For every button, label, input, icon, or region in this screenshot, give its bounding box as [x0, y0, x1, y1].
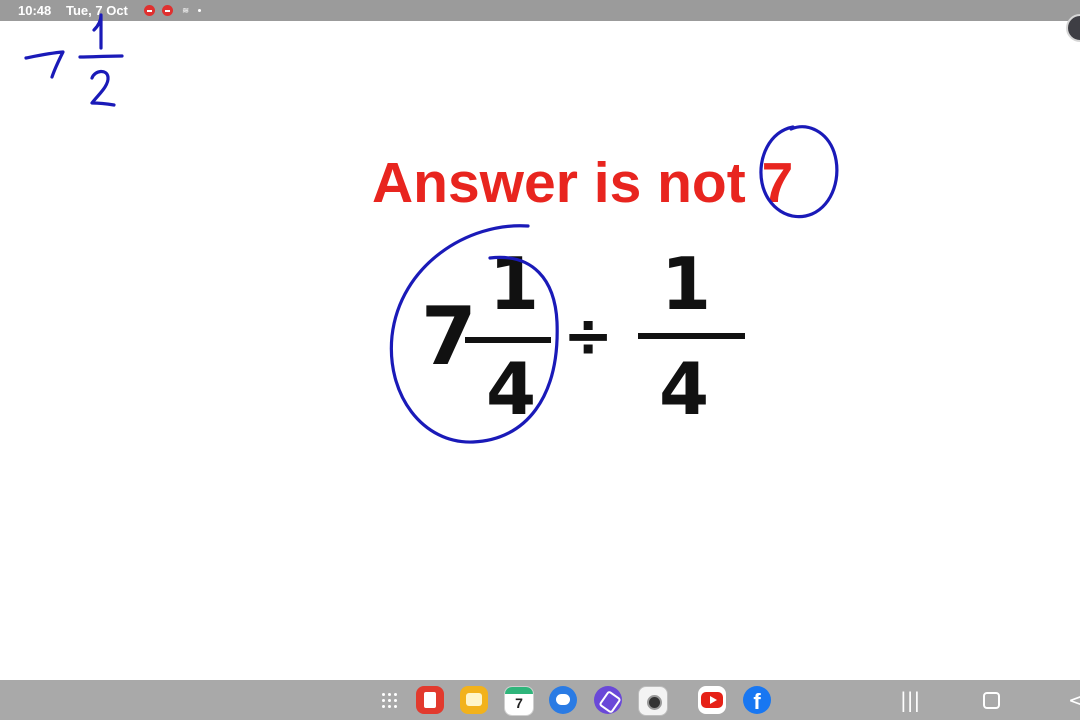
calendar-header	[505, 687, 533, 694]
youtube-app-icon[interactable]	[698, 686, 726, 714]
ink-layer	[24, 13, 839, 444]
messages-app-icon[interactable]	[549, 686, 577, 714]
handwritten-fraction-bar	[78, 54, 124, 59]
circle-around-heading-seven	[759, 125, 839, 219]
facebook-app-icon[interactable]: f	[743, 686, 771, 714]
handwritten-two	[90, 69, 116, 107]
handwritten-one	[92, 13, 103, 50]
circle-around-mixed-number	[389, 224, 559, 444]
screen: 10:48 Tue, 7 Oct ≋ Answer is not 7 7 1 4…	[0, 0, 1080, 720]
back-button[interactable]: <	[1068, 688, 1080, 712]
purple-app-icon[interactable]	[594, 686, 622, 714]
apps-grid-icon[interactable]	[381, 692, 397, 708]
home-button[interactable]	[983, 692, 1000, 709]
calendar-day: 7	[515, 695, 523, 711]
notes-app-icon[interactable]	[416, 686, 444, 714]
camera-app-icon[interactable]	[638, 686, 668, 716]
memo-app-icon[interactable]	[460, 686, 488, 714]
calendar-app-icon[interactable]: 7	[504, 686, 534, 716]
handwritten-seven	[24, 50, 65, 79]
recents-button[interactable]: |||	[900, 688, 920, 712]
